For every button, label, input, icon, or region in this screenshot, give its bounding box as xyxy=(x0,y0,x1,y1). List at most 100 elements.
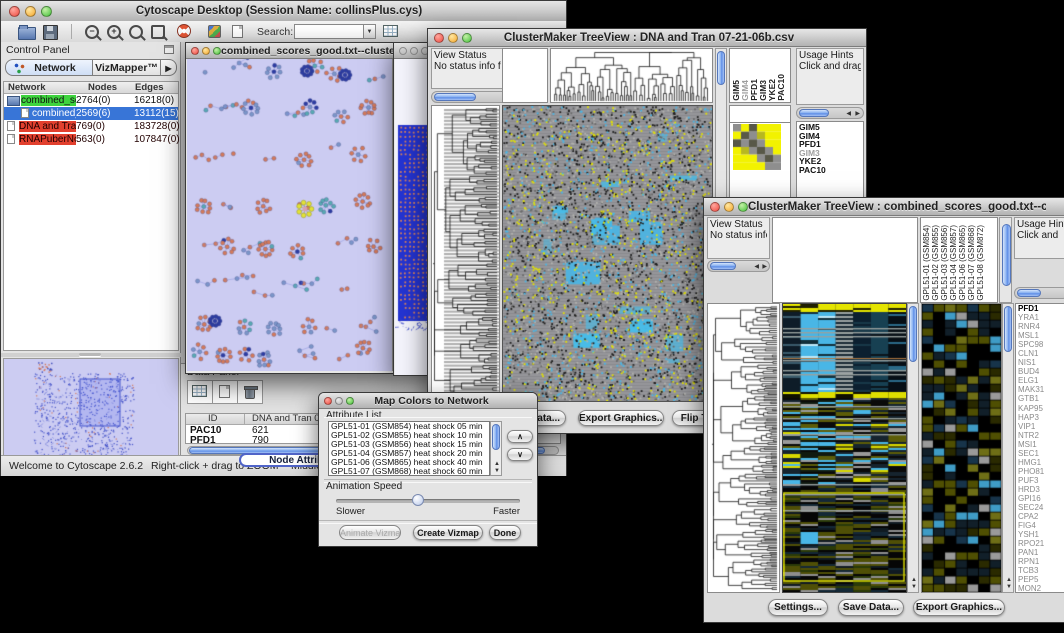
vizmapper-icon[interactable] xyxy=(208,25,221,38)
tv2-row-dendrogram-panel[interactable] xyxy=(707,303,780,593)
save-icon[interactable] xyxy=(43,25,58,40)
gene-label[interactable]: HRD3 xyxy=(1016,485,1064,494)
gene-label[interactable]: MSL1 xyxy=(1016,331,1064,340)
panel-splitter[interactable] xyxy=(1,353,181,357)
tv2-row-dendrogram[interactable] xyxy=(708,304,779,592)
gene-label[interactable]: RNR4 xyxy=(1016,322,1064,331)
gene-label[interactable]: BUD4 xyxy=(1016,367,1064,376)
network-row-selected[interactable]: combined_sco 2569(6) 13112(15) xyxy=(4,107,178,120)
zoom-window-icon[interactable] xyxy=(738,202,748,212)
scroll-left-icon[interactable]: ◀ xyxy=(846,111,851,117)
scroll-thumb[interactable] xyxy=(434,93,476,101)
zoom-fit-icon[interactable] xyxy=(129,25,143,39)
gene-label[interactable]: PAC10 xyxy=(797,166,863,175)
help-lifering-icon[interactable] xyxy=(177,24,191,38)
tv2-right-hscrollbar[interactable] xyxy=(1014,287,1064,299)
gene-label[interactable]: HMG1 xyxy=(1016,458,1064,467)
col-label[interactable]: GPL51-02 (GSM855) xyxy=(932,225,940,301)
zoom-in-icon[interactable]: + xyxy=(107,25,121,39)
zoom-window-icon[interactable] xyxy=(41,6,52,17)
gene-label[interactable]: PEP5 xyxy=(1016,575,1064,584)
zoom-selected-icon[interactable] xyxy=(151,25,165,39)
minimize-icon[interactable] xyxy=(25,6,36,17)
scroll-left-icon[interactable]: ◀ xyxy=(754,264,759,270)
gene-label[interactable]: SEC24 xyxy=(1016,503,1064,512)
treeview1-titlebar[interactable]: ClusterMaker TreeView : DNA and Tran 07-… xyxy=(428,29,866,47)
speed-slider-track[interactable] xyxy=(336,499,520,503)
gene-label[interactable]: NTR2 xyxy=(1016,431,1064,440)
tv2-zoom-vscrollbar[interactable]: ▲ ▼ xyxy=(1002,303,1014,593)
gene-label[interactable]: YRA1 xyxy=(1016,313,1064,322)
gene-label[interactable]: VIP1 xyxy=(1016,422,1064,431)
search-dropdown-icon[interactable]: ▼ xyxy=(363,24,376,39)
tv2-heatmap-panel[interactable] xyxy=(782,303,907,593)
gene-label[interactable]: GPI16 xyxy=(1016,494,1064,503)
open-file-icon[interactable] xyxy=(18,27,36,40)
close-icon[interactable] xyxy=(9,6,20,17)
network-view-titlebar[interactable]: combined_scores_good.txt--cluste... xyxy=(186,43,399,59)
tv2-zoom-panel[interactable] xyxy=(921,303,1002,593)
close-icon[interactable] xyxy=(399,47,407,55)
tv1-mini-heatmap[interactable] xyxy=(733,124,781,170)
minimize-icon[interactable] xyxy=(335,397,343,405)
attribute-list-scrollbar[interactable]: ▲ ▼ xyxy=(490,421,502,476)
gene-label[interactable]: YSH1 xyxy=(1016,530,1064,539)
close-icon[interactable] xyxy=(710,202,720,212)
dialog-titlebar[interactable]: Map Colors to Network xyxy=(319,393,537,409)
gene-label[interactable]: NIS1 xyxy=(1016,358,1064,367)
attribute-item[interactable]: GPL51-07 (GSM868) heat shock 60 min xyxy=(329,467,489,476)
table-view-button[interactable] xyxy=(187,380,213,404)
zoom-window-icon[interactable] xyxy=(213,47,221,55)
gene-label[interactable]: MSI1 xyxy=(1016,440,1064,449)
close-icon[interactable] xyxy=(434,33,444,43)
scroll-thumb[interactable] xyxy=(1002,224,1011,286)
scroll-thumb[interactable] xyxy=(799,109,829,117)
scroll-thumb[interactable] xyxy=(1004,306,1012,352)
tv1-row-dendrogram[interactable] xyxy=(432,106,499,401)
scroll-thumb[interactable] xyxy=(1017,289,1041,297)
export-graphics-button[interactable]: Export Graphics... xyxy=(913,599,1005,616)
network-row[interactable]: RNAPuberNov2+I 563(0) 107847(0) xyxy=(4,133,178,146)
move-down-button[interactable]: ∨ xyxy=(507,448,533,461)
col-label[interactable]: GPL51-07 (GSM868) xyxy=(968,225,976,301)
minimize-icon[interactable] xyxy=(410,47,418,55)
tv1-heatmap-panel[interactable] xyxy=(502,105,713,402)
gene-label[interactable]: PFD1 xyxy=(1016,304,1064,313)
tv2-heatmap-canvas[interactable] xyxy=(783,304,906,592)
attribute-browser-icon[interactable] xyxy=(383,25,398,37)
treeview2-titlebar[interactable]: ClusterMaker TreeView : combined_scores_… xyxy=(704,198,1064,216)
col-label[interactable]: GPL51-03 (GSM856) xyxy=(941,225,949,301)
gene-label[interactable]: SPC98 xyxy=(1016,340,1064,349)
tv2-col-vscrollbar[interactable] xyxy=(999,217,1012,303)
tv2-col-dendrogram-panel[interactable] xyxy=(772,217,918,303)
annotation-icon[interactable] xyxy=(232,25,243,38)
minimize-icon[interactable] xyxy=(724,202,734,212)
tv1-col-dendrogram-panel[interactable] xyxy=(550,48,713,103)
tv1-row-dendrogram-panel[interactable] xyxy=(431,105,500,402)
gene-label[interactable]: CLN1 xyxy=(1016,349,1064,358)
gene-label[interactable]: TCB3 xyxy=(1016,566,1064,575)
gene-label[interactable]: CPA2 xyxy=(1016,512,1064,521)
new-attribute-button[interactable] xyxy=(212,380,238,404)
save-data-button[interactable]: Save Data... xyxy=(838,599,904,616)
scroll-up-icon[interactable]: ▲ xyxy=(1006,577,1012,583)
tv2-heat-vscrollbar[interactable]: ▲ ▼ xyxy=(907,303,919,593)
gene-label[interactable]: MAK31 xyxy=(1016,385,1064,394)
network-canvas-area[interactable] xyxy=(187,59,392,371)
minimize-icon[interactable] xyxy=(448,33,458,43)
done-button[interactable]: Done xyxy=(489,525,521,540)
gene-label[interactable]: PUF3 xyxy=(1016,476,1064,485)
gene-label[interactable]: FIG4 xyxy=(1016,521,1064,530)
scroll-right-icon[interactable]: ▶ xyxy=(855,111,860,117)
search-input[interactable] xyxy=(294,24,368,39)
close-icon[interactable] xyxy=(324,397,332,405)
scroll-thumb[interactable] xyxy=(909,306,917,362)
gene-label[interactable]: KAP95 xyxy=(1016,404,1064,413)
col-label[interactable]: PAC10 xyxy=(777,74,786,101)
scroll-right-icon[interactable]: ▶ xyxy=(762,264,767,270)
scroll-down-icon[interactable]: ▼ xyxy=(911,584,917,590)
main-titlebar[interactable]: Cytoscape Desktop (Session Name: collins… xyxy=(1,1,566,22)
tab-overflow-button[interactable]: ▶ xyxy=(161,59,177,76)
gene-label[interactable]: PHO81 xyxy=(1016,467,1064,476)
move-up-button[interactable]: ∧ xyxy=(507,430,533,443)
